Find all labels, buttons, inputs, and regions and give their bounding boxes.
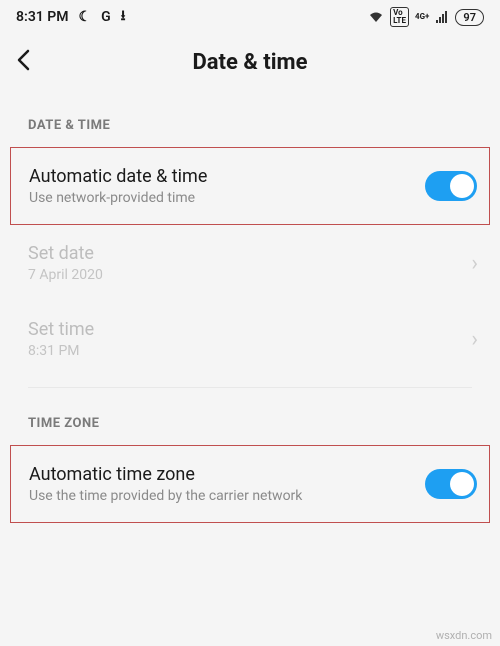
wifi-icon [368,11,384,23]
row-subtitle: Use network-provided time [29,190,425,206]
row-set-time: Set time 8:31 PM › [0,301,500,377]
row-title: Set date [28,243,463,264]
row-subtitle: 7 April 2020 [28,267,463,283]
row-title: Automatic time zone [29,464,425,485]
row-title: Automatic date & time [29,166,425,187]
battery-indicator: 97 [455,9,484,26]
google-icon: G [101,9,111,25]
section-header-datetime: DATE & TIME [0,90,500,147]
signal-icon [435,11,449,23]
row-text: Automatic time zone Use the time provide… [29,464,425,504]
toggle-auto-datetime[interactable] [425,171,477,201]
status-bar: 8:31 PM ☾ G ⭳ VoLTE 4G+ 97 [0,0,500,34]
toggle-auto-timezone[interactable] [425,469,477,499]
row-set-date: Set date 7 April 2020 › [0,225,500,301]
row-text: Set time 8:31 PM [28,319,463,359]
row-subtitle: Use the time provided by the carrier net… [29,488,425,504]
status-left: 8:31 PM ☾ G ⭳ [16,5,126,29]
page-header: Date & time [0,34,500,90]
row-auto-datetime[interactable]: Automatic date & time Use network-provid… [10,147,490,225]
row-subtitle: 8:31 PM [28,343,463,359]
status-time: 8:31 PM [16,9,69,25]
chevron-right-icon: › [463,327,478,352]
row-title: Set time [28,319,463,340]
row-text: Automatic date & time Use network-provid… [29,166,425,206]
dnd-moon-icon: ☾ [79,9,92,25]
section-header-timezone: TIME ZONE [0,388,500,445]
page-title: Date & time [56,50,444,75]
row-auto-timezone[interactable]: Automatic time zone Use the time provide… [10,445,490,523]
watermark: wsxdn.com [436,629,492,642]
row-text: Set date 7 April 2020 [28,243,463,283]
back-button[interactable] [16,49,56,76]
download-icon: ⭳ [121,5,126,29]
status-right: VoLTE 4G+ 97 [368,7,484,27]
volte-icon: VoLTE [390,7,409,27]
chevron-right-icon: › [463,251,478,276]
network-label: 4G+ [415,13,429,21]
